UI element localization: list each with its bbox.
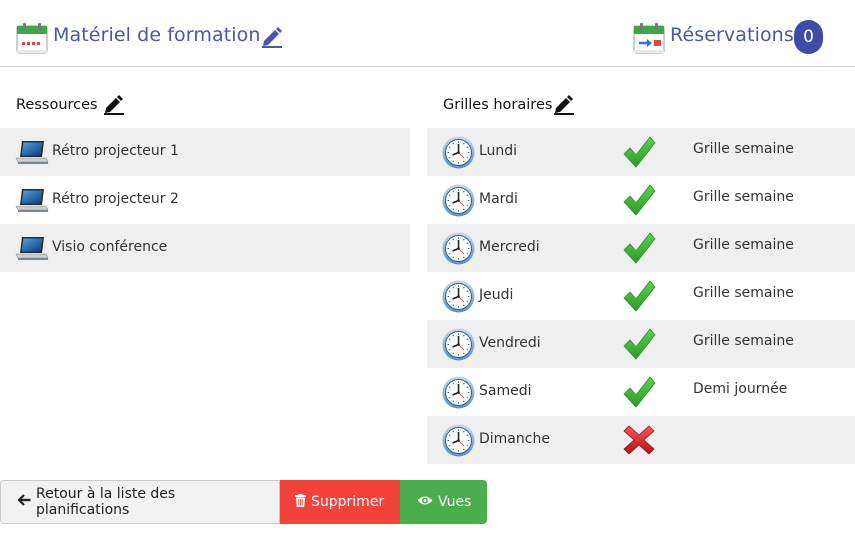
grid-name: Grille semaine (693, 333, 794, 349)
edit-schedule-icon[interactable] (553, 93, 575, 115)
clock-icon (442, 232, 475, 265)
check-icon (622, 375, 656, 409)
check-icon (622, 327, 656, 361)
schedule-row: Samedi Demi journée (427, 368, 855, 416)
laptop-icon (15, 236, 49, 262)
check-icon (622, 135, 656, 169)
resource-row[interactable]: Rétro projecteur 2 (0, 176, 410, 224)
resource-label: Rétro projecteur 2 (52, 191, 179, 207)
schedule-row: Lundi Grille semaine (427, 128, 855, 176)
clock-icon (442, 376, 475, 409)
schedule-row: Mercredi Grille semaine (427, 224, 855, 272)
action-button-group: Retour à la liste des planifications Sup… (0, 480, 487, 524)
schedule-row: Mardi Grille semaine (427, 176, 855, 224)
delete-button-label: Supprimer (311, 494, 385, 510)
schedule-row: Jeudi Grille semaine (427, 272, 855, 320)
schedule-heading: Grilles horaires (443, 97, 553, 113)
page-header: Matériel de formation Réservations 0 (0, 0, 855, 67)
check-icon (622, 231, 656, 265)
page-title: Matériel de formation (53, 24, 261, 46)
views-button-label: Vues (438, 494, 472, 510)
day-label: Samedi (479, 383, 532, 399)
clock-icon (442, 328, 475, 361)
clock-icon (442, 424, 475, 457)
check-icon (622, 183, 656, 217)
clock-icon (442, 136, 475, 169)
eye-icon (417, 494, 433, 510)
trash-icon (295, 493, 306, 511)
laptop-icon (15, 188, 49, 214)
delete-button[interactable]: Supprimer (280, 480, 400, 524)
edit-resources-icon[interactable] (103, 93, 125, 115)
resources-heading: Ressources (16, 97, 98, 113)
reservations-label[interactable]: Réservations (670, 24, 794, 46)
grid-name: Grille semaine (693, 189, 794, 205)
resource-label: Visio conférence (52, 239, 168, 255)
day-label: Lundi (479, 143, 518, 159)
resource-label: Rétro projecteur 1 (52, 143, 179, 159)
calendar-icon (16, 23, 48, 54)
day-label: Mardi (479, 191, 518, 207)
edit-title-icon[interactable] (260, 24, 284, 48)
day-label: Jeudi (479, 287, 514, 303)
schedule-row: Dimanche (427, 416, 855, 464)
back-to-list-button[interactable]: Retour à la liste des planifications (0, 480, 280, 524)
grid-name: Grille semaine (693, 237, 794, 253)
schedule-row: Vendredi Grille semaine (427, 320, 855, 368)
laptop-icon (15, 140, 49, 166)
reservations-count-badge: 0 (794, 20, 823, 54)
grid-name: Grille semaine (693, 141, 794, 157)
day-label: Mercredi (479, 239, 540, 255)
clock-icon (442, 184, 475, 217)
views-button[interactable]: Vues (400, 480, 487, 524)
reservation-calendar-icon (633, 23, 665, 54)
resource-row[interactable]: Rétro projecteur 1 (0, 128, 410, 176)
clock-icon (442, 280, 475, 313)
grid-name: Grille semaine (693, 285, 794, 301)
cross-icon (622, 423, 656, 457)
back-button-label: Retour à la liste des planifications (36, 486, 176, 518)
resource-row[interactable]: Visio conférence (0, 224, 410, 272)
day-label: Vendredi (479, 335, 541, 351)
grid-name: Demi journée (693, 381, 788, 397)
day-label: Dimanche (479, 431, 550, 447)
arrow-left-icon (17, 494, 31, 510)
check-icon (622, 279, 656, 313)
